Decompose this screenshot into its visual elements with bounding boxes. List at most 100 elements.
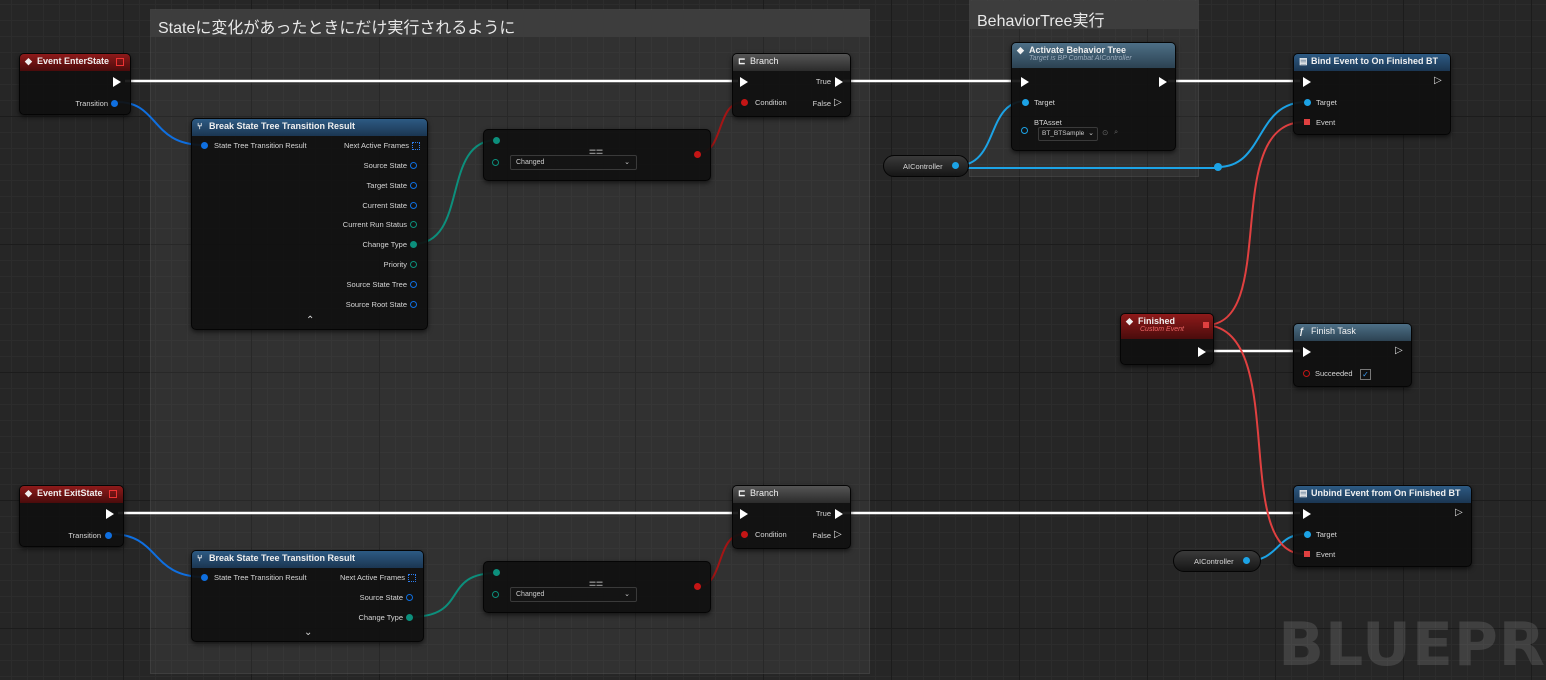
exec-in-pin[interactable] xyxy=(1021,77,1029,87)
exec-in-pin[interactable] xyxy=(1303,509,1311,519)
exec-out-pin[interactable]: ▷ xyxy=(1395,345,1404,356)
event-pin[interactable] xyxy=(1304,551,1310,557)
priority-pin[interactable] xyxy=(410,261,417,268)
array-pin[interactable] xyxy=(408,574,416,582)
node-title: Activate Behavior Tree xyxy=(1029,45,1127,55)
pin-label: State Tree Transition Result xyxy=(214,141,307,150)
b-pin[interactable] xyxy=(492,591,499,598)
exec-in-pin[interactable] xyxy=(740,77,748,87)
equal-enum-node[interactable]: == Changed ⌄ xyxy=(483,129,711,181)
return-pin[interactable] xyxy=(694,583,701,590)
source-state-pin[interactable] xyxy=(410,162,417,169)
target-pin[interactable] xyxy=(1304,531,1311,538)
search-icon[interactable]: ⌕ xyxy=(1114,127,1118,137)
input-struct-pin[interactable] xyxy=(201,142,208,149)
node-title: Break State Tree Transition Result xyxy=(209,121,356,131)
delegate-out-pin[interactable] xyxy=(1203,322,1209,328)
reroute-knot xyxy=(1214,163,1222,171)
exec-in-pin[interactable] xyxy=(1303,347,1311,357)
browse-icon[interactable]: ⊙ xyxy=(1102,128,1108,137)
node-header: ƒ Finish Task xyxy=(1294,324,1411,341)
pin-label: Target xyxy=(1034,98,1055,107)
chevron-down-icon: ⌄ xyxy=(1088,130,1094,137)
change-type-pin[interactable] xyxy=(406,614,413,621)
condition-pin[interactable] xyxy=(741,531,748,538)
false-exec-pin[interactable]: ▷ xyxy=(834,529,843,540)
exec-out-pin[interactable] xyxy=(1159,77,1167,87)
event-pin[interactable] xyxy=(1304,119,1310,125)
condition-pin[interactable] xyxy=(741,99,748,106)
event-enterstate-node[interactable]: ◆ Event EnterState Transition xyxy=(19,53,131,115)
delegate-icon: ▤ xyxy=(1299,488,1308,498)
a-pin[interactable] xyxy=(493,569,500,576)
enum-dropdown[interactable]: Changed ⌄ xyxy=(510,587,637,602)
source-state-tree-pin[interactable] xyxy=(410,281,417,288)
target-pin[interactable] xyxy=(1022,99,1029,106)
node-header: ◆ Event EnterState xyxy=(20,54,130,71)
pin-label: Target xyxy=(1316,98,1337,107)
exec-in-pin[interactable] xyxy=(1303,77,1311,87)
a-pin[interactable] xyxy=(493,137,500,144)
expand-arrow[interactable]: ⌄ xyxy=(304,627,312,638)
aicontroller-variable-node[interactable]: AIController xyxy=(1173,550,1261,572)
break-transition-result-node[interactable]: ⑂ Break State Tree Transition Result Sta… xyxy=(191,118,428,330)
succeeded-checkbox[interactable]: ✓ xyxy=(1360,369,1371,380)
pin-label: True xyxy=(815,509,831,518)
true-exec-pin[interactable] xyxy=(835,77,843,87)
event-icon: ◆ xyxy=(25,488,32,498)
pin-label: Current State xyxy=(362,201,407,210)
target-pin[interactable] xyxy=(1304,99,1311,106)
run-status-pin[interactable] xyxy=(410,221,417,228)
return-pin[interactable] xyxy=(694,151,701,158)
aicontroller-out-pin[interactable] xyxy=(952,162,959,169)
exec-in-pin[interactable] xyxy=(740,509,748,519)
pin-label: Source Root State xyxy=(345,300,407,309)
delegate-wire xyxy=(1205,121,1305,326)
exec-out-pin[interactable]: ▷ xyxy=(1434,75,1443,86)
exec-out-pin[interactable] xyxy=(113,77,121,87)
equal-enum-node[interactable]: == Changed ⌄ xyxy=(483,561,711,613)
finished-custom-event-node[interactable]: ◆ Finished Custom Event xyxy=(1120,313,1214,365)
branch-node[interactable]: ⊏ Branch True Condition False ▷ xyxy=(732,53,851,117)
succeeded-pin[interactable] xyxy=(1303,370,1310,377)
node-header: ◆ Finished Custom Event xyxy=(1121,314,1213,339)
target-state-pin[interactable] xyxy=(410,182,417,189)
variable-label: AIController xyxy=(903,162,943,171)
enum-dropdown[interactable]: Changed ⌄ xyxy=(510,155,637,170)
b-pin[interactable] xyxy=(492,159,499,166)
node-title: Unbind Event from On Finished BT xyxy=(1311,488,1461,498)
chevron-down-icon: ⌄ xyxy=(624,159,630,166)
current-state-pin[interactable] xyxy=(410,202,417,209)
change-type-pin[interactable] xyxy=(410,241,417,248)
activate-behavior-tree-node[interactable]: ◆ Activate Behavior Tree Target is BP Co… xyxy=(1011,42,1176,151)
array-pin[interactable] xyxy=(412,142,420,150)
transition-pin[interactable] xyxy=(111,100,118,107)
event-exitstate-node[interactable]: ◆ Event ExitState Transition xyxy=(19,485,124,547)
unbind-event-node[interactable]: ▤ Unbind Event from On Finished BT ▷ Tar… xyxy=(1293,485,1472,567)
exec-out-pin[interactable] xyxy=(1198,347,1206,357)
asset-picker[interactable]: BT_BTSample ⌄ xyxy=(1038,127,1098,141)
chevron-down-icon: ⌄ xyxy=(624,591,630,598)
branch-node[interactable]: ⊏ Branch True Condition False ▷ xyxy=(732,485,851,549)
exec-out-pin[interactable] xyxy=(106,509,114,519)
node-title: Event EnterState xyxy=(37,56,110,66)
finish-task-node[interactable]: ƒ Finish Task ▷ Succeeded ✓ xyxy=(1293,323,1412,387)
source-root-state-pin[interactable] xyxy=(410,301,417,308)
pin-label: Next Active Frames xyxy=(339,573,405,582)
collapse-arrow[interactable]: ⌃ xyxy=(306,315,314,326)
transition-pin[interactable] xyxy=(105,532,112,539)
exec-out-pin[interactable]: ▷ xyxy=(1455,507,1464,518)
input-struct-pin[interactable] xyxy=(201,574,208,581)
aicontroller-variable-node[interactable]: AIController xyxy=(883,155,969,177)
node-title: Bind Event to On Finished BT xyxy=(1311,56,1438,66)
true-exec-pin[interactable] xyxy=(835,509,843,519)
btasset-pin[interactable] xyxy=(1021,127,1028,134)
aicontroller-out-pin[interactable] xyxy=(1243,557,1250,564)
false-exec-pin[interactable]: ▷ xyxy=(834,97,843,108)
source-state-pin[interactable] xyxy=(406,594,413,601)
delegate-pin[interactable] xyxy=(109,490,117,498)
pin-label: Target State xyxy=(366,181,407,190)
bind-event-node[interactable]: ▤ Bind Event to On Finished BT ▷ Target … xyxy=(1293,53,1451,135)
delegate-pin[interactable] xyxy=(116,58,124,66)
break-transition-result-node[interactable]: ⑂ Break State Tree Transition Result Sta… xyxy=(191,550,424,642)
